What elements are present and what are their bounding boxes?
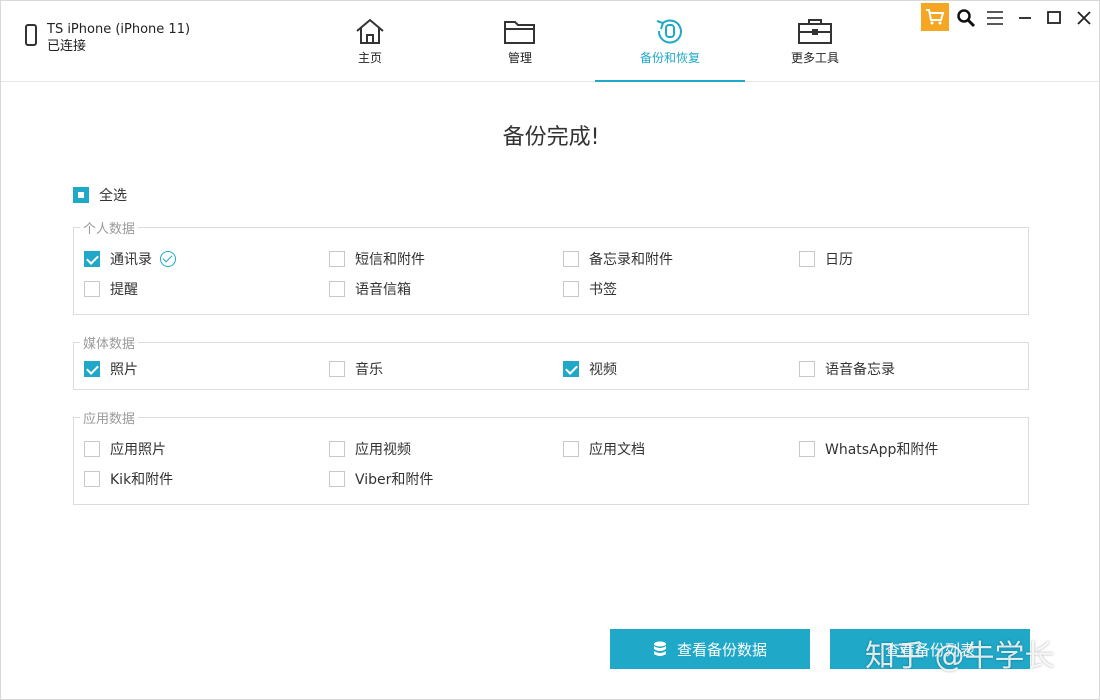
item-bookmarks[interactable]: 书签 — [563, 279, 617, 299]
item-label: 音乐 — [355, 362, 383, 378]
view-backup-list-button[interactable]: 查看备份列表 — [830, 629, 1030, 669]
item-voicemail[interactable]: 语音信箱 — [329, 279, 411, 299]
select-all-label: 全选 — [99, 188, 127, 204]
checkbox[interactable] — [563, 281, 579, 297]
group-personal-data: 个人数据 通讯录 短信和附件 备忘录和附件 日历 提醒 语音信箱 书签 — [73, 218, 1029, 315]
checkbox[interactable] — [84, 471, 100, 487]
phone-icon — [25, 24, 37, 46]
item-kik[interactable]: Kik和附件 — [84, 469, 173, 489]
item-music[interactable]: 音乐 — [329, 359, 383, 379]
item-label: 视频 — [589, 362, 617, 378]
view-backup-data-label: 查看备份数据 — [676, 640, 767, 659]
home-icon — [356, 18, 384, 44]
checkbox[interactable] — [84, 441, 100, 457]
header: TS iPhone (iPhone 11) 已连接 主页 管理 备份和恢复 更多… — [1, 1, 1099, 82]
checkbox[interactable] — [563, 251, 579, 267]
database-icon — [653, 641, 666, 656]
item-label: 书签 — [589, 282, 617, 298]
close-button[interactable] — [1073, 5, 1095, 31]
select-all-checkbox[interactable] — [73, 187, 89, 203]
checkbox[interactable] — [329, 361, 345, 377]
checkbox[interactable] — [799, 441, 815, 457]
checkbox[interactable] — [329, 281, 345, 297]
group-app-data: 应用数据 应用照片 应用视频 应用文档 WhatsApp和附件 Kik和附件 V… — [73, 408, 1029, 505]
close-icon — [1077, 11, 1091, 25]
item-viber[interactable]: Viber和附件 — [329, 469, 433, 489]
nav-more-tools[interactable]: 更多工具 — [775, 1, 855, 82]
menu-button[interactable] — [985, 5, 1005, 31]
checkbox[interactable] — [84, 251, 100, 267]
item-label: 语音信箱 — [355, 282, 411, 298]
nav-home-label: 主页 — [357, 51, 382, 65]
nav-manage[interactable]: 管理 — [495, 1, 545, 82]
search-button[interactable] — [955, 5, 977, 31]
device-info: TS iPhone (iPhone 11) 已连接 — [25, 21, 190, 55]
page-title: 备份完成! — [502, 125, 600, 150]
view-backup-list-label: 查看备份列表 — [884, 640, 975, 659]
view-backup-data-button[interactable]: 查看备份数据 — [610, 629, 810, 669]
item-notes[interactable]: 备忘录和附件 — [563, 249, 673, 269]
item-photos[interactable]: 照片 — [84, 359, 138, 379]
group-media-data: 媒体数据 照片 音乐 视频 语音备忘录 — [73, 333, 1029, 390]
nav-tools-label: 更多工具 — [790, 51, 839, 65]
nav-backup-restore[interactable]: 备份和恢复 — [595, 1, 745, 82]
toolbox-icon — [798, 19, 832, 44]
item-videos[interactable]: 视频 — [563, 359, 617, 379]
nav-backup-label: 备份和恢复 — [639, 51, 700, 65]
item-label: Kik和附件 — [110, 472, 174, 488]
cart-icon — [926, 9, 945, 25]
checkbox[interactable] — [563, 441, 579, 457]
group-title: 个人数据 — [80, 218, 139, 237]
checkbox[interactable] — [329, 471, 345, 487]
item-app-videos[interactable]: 应用视频 — [329, 439, 411, 459]
item-label: 语音备忘录 — [825, 362, 895, 378]
item-label: 应用视频 — [355, 442, 411, 458]
device-status: 已连接 — [47, 39, 87, 54]
item-label: 备忘录和附件 — [589, 252, 673, 268]
item-reminders[interactable]: 提醒 — [84, 279, 138, 299]
app-window: TS iPhone (iPhone 11) 已连接 主页 管理 备份和恢复 更多… — [0, 0, 1100, 700]
item-whatsapp[interactable]: WhatsApp和附件 — [799, 439, 938, 459]
folder-icon — [504, 21, 535, 44]
nav-home[interactable]: 主页 — [345, 1, 395, 82]
item-label: WhatsApp和附件 — [825, 442, 939, 458]
item-app-photos[interactable]: 应用照片 — [84, 439, 166, 459]
checkbox[interactable] — [799, 251, 815, 267]
minimize-button[interactable] — [1015, 5, 1035, 31]
shop-cart-button[interactable] — [921, 3, 949, 31]
maximize-icon — [1047, 11, 1061, 24]
group-title: 应用数据 — [80, 408, 139, 427]
item-messages[interactable]: 短信和附件 — [329, 249, 425, 269]
checkbox[interactable] — [563, 361, 579, 377]
nav-manage-label: 管理 — [507, 51, 532, 65]
search-icon — [957, 9, 976, 28]
minimize-icon — [1019, 17, 1031, 19]
item-voice-memos[interactable]: 语音备忘录 — [799, 359, 895, 379]
select-all[interactable]: 全选 — [73, 185, 127, 205]
checkbox[interactable] — [799, 361, 815, 377]
item-contacts[interactable]: 通讯录 — [84, 249, 176, 269]
checkbox[interactable] — [84, 281, 100, 297]
item-label: 短信和附件 — [355, 252, 425, 268]
checkbox[interactable] — [329, 251, 345, 267]
item-label: 照片 — [110, 362, 138, 378]
item-app-documents[interactable]: 应用文档 — [563, 439, 645, 459]
item-label: 日历 — [825, 252, 853, 268]
checkbox[interactable] — [84, 361, 100, 377]
item-label: 应用文档 — [589, 442, 645, 458]
item-label: 应用照片 — [110, 442, 166, 458]
item-label: 提醒 — [110, 282, 138, 298]
item-calendar[interactable]: 日历 — [799, 249, 853, 269]
item-label: 通讯录 — [110, 252, 152, 268]
success-check-icon — [160, 251, 176, 267]
group-title: 媒体数据 — [80, 333, 139, 352]
maximize-button[interactable] — [1044, 5, 1064, 31]
backup-restore-icon — [656, 19, 682, 44]
checkbox[interactable] — [329, 441, 345, 457]
menu-icon — [987, 11, 1003, 25]
device-name: TS iPhone (iPhone 11) — [47, 22, 191, 37]
item-label: Viber和附件 — [355, 472, 434, 488]
